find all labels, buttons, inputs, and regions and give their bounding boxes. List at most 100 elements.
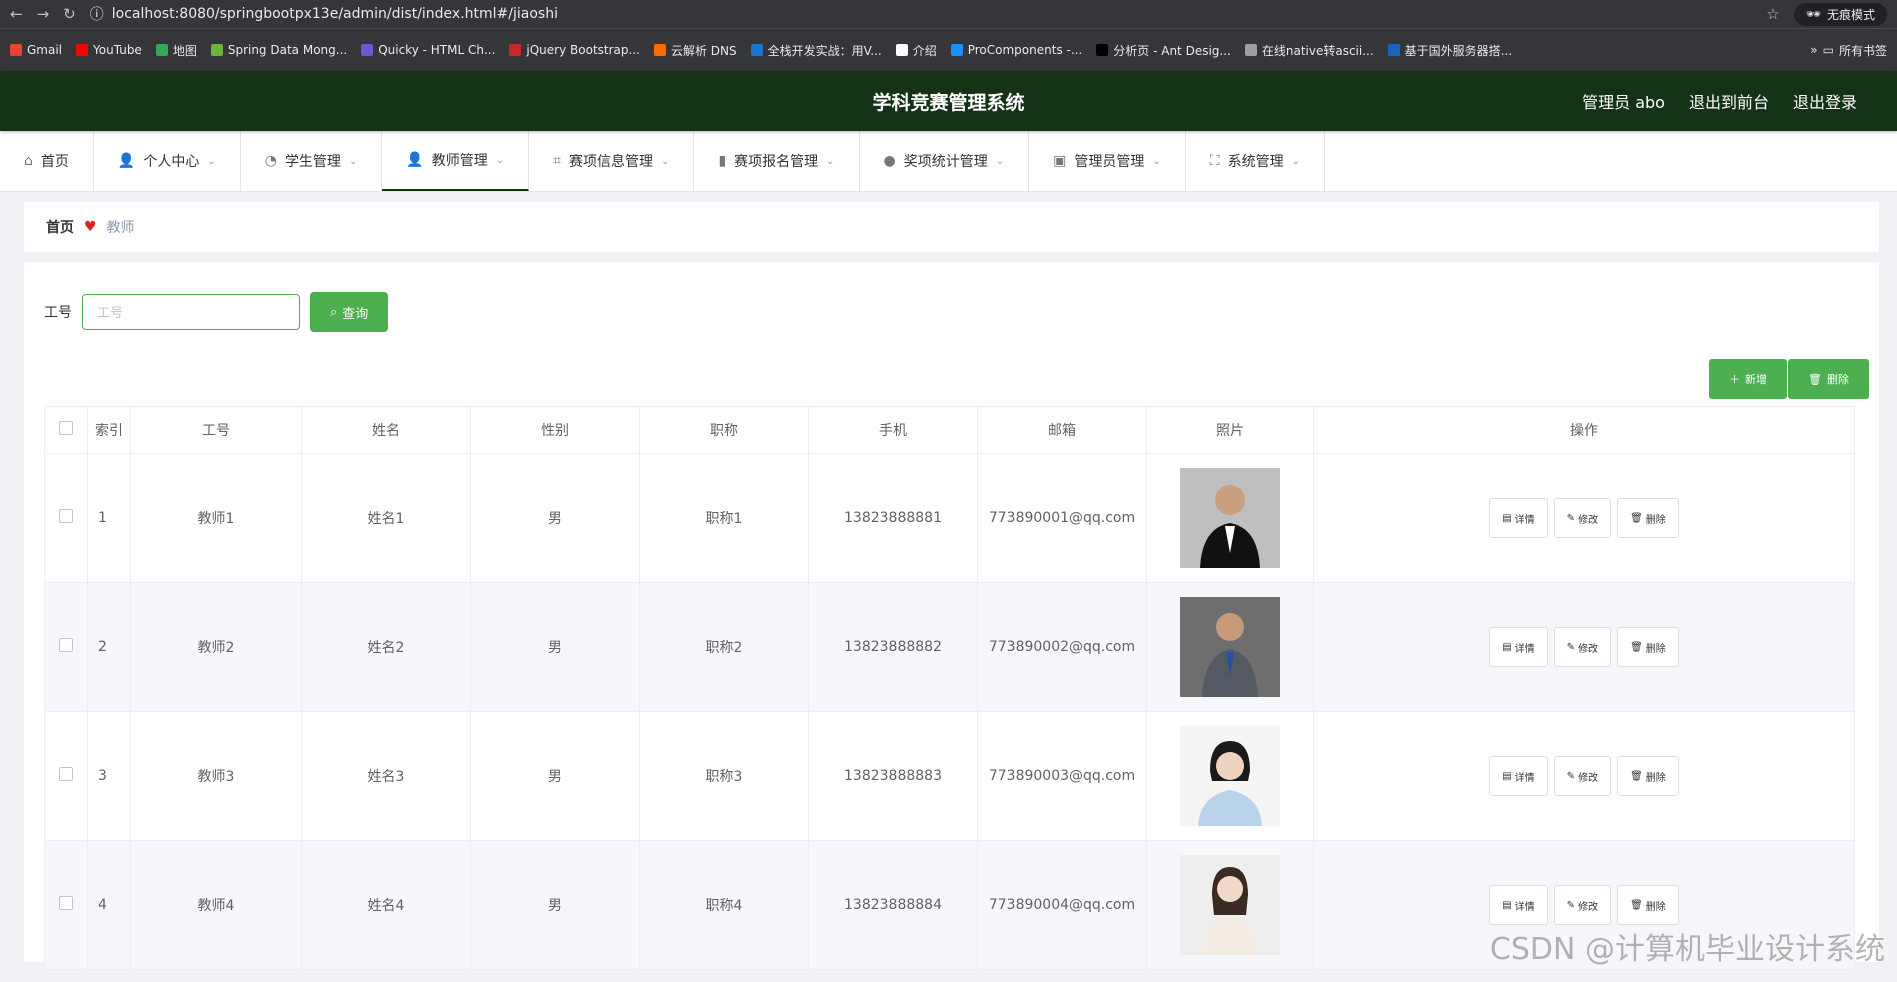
- select-all-cell[interactable]: [44, 406, 88, 454]
- back-icon[interactable]: ←: [10, 5, 23, 23]
- detail-button[interactable]: ▤ 详情: [1489, 627, 1548, 667]
- detail-button[interactable]: ▤ 详情: [1489, 498, 1548, 538]
- forward-icon[interactable]: →: [37, 5, 50, 23]
- bookmark-item[interactable]: 介绍: [895, 42, 937, 59]
- menu-item-label: 系统管理: [1227, 154, 1284, 170]
- batch-delete-button[interactable]: 🗑 删除: [1788, 359, 1869, 399]
- bookmark-icon: [361, 44, 374, 56]
- logout-link[interactable]: 退出登录: [1793, 89, 1857, 113]
- breadcrumb-home[interactable]: 首页: [46, 217, 74, 237]
- row-checkbox[interactable]: [59, 896, 73, 910]
- bookmark-item[interactable]: jQuery Bootstrap...: [509, 43, 640, 57]
- info-icon[interactable]: ⓘ: [90, 4, 104, 24]
- bookmark-icon: [653, 44, 666, 56]
- menu-item[interactable]: ⛶ 系统管理 ⌄: [1186, 131, 1325, 191]
- bookmark-item[interactable]: Spring Data Mong...: [210, 43, 347, 57]
- delete-button[interactable]: 🗑 删除: [1617, 756, 1679, 796]
- bookmark-item[interactable]: 全栈开发实战：用V...: [750, 42, 882, 59]
- delete-button[interactable]: 🗑 删除: [1617, 498, 1679, 538]
- crop-icon: ⌗: [553, 153, 562, 169]
- edit-button[interactable]: ✎ 修改: [1553, 885, 1612, 925]
- bookmark-item[interactable]: ProComponents -...: [950, 43, 1082, 57]
- document-icon: ▤: [1502, 770, 1512, 782]
- search-form: 工号 ⌕查询: [44, 262, 1859, 332]
- bookmark-item[interactable]: 在线native转ascii...: [1244, 42, 1374, 59]
- menu-item[interactable]: ⌗ 赛项信息管理 ⌄: [529, 131, 695, 191]
- row-select-cell[interactable]: [44, 453, 88, 583]
- menu-item-label: 个人中心: [143, 154, 200, 170]
- edit-button[interactable]: ✎ 修改: [1553, 756, 1612, 796]
- pencil-icon: ✎: [1566, 899, 1576, 911]
- col-gonghao: 工号: [130, 406, 302, 454]
- cell-email: 773890001@qq.com: [977, 453, 1147, 583]
- menu-item[interactable]: ▮ 赛项报名管理 ⌄: [694, 131, 860, 191]
- bookmark-item[interactable]: 地图: [155, 42, 197, 59]
- menu-item[interactable]: ⌂ 首页: [0, 131, 94, 191]
- row-checkbox[interactable]: [59, 509, 73, 523]
- menu-item[interactable]: ● 奖项统计管理 ⌄: [860, 131, 1030, 191]
- to-front-link[interactable]: 退出到前台: [1689, 89, 1769, 113]
- bookmark-item[interactable]: YouTube: [76, 43, 142, 57]
- bookmark-label: 分析页 - Ant Desig...: [1113, 43, 1231, 58]
- star-icon[interactable]: ☆: [1766, 5, 1779, 23]
- delete-label: 删除: [1645, 772, 1666, 784]
- bookmark-icon: [155, 44, 168, 56]
- select-all-checkbox[interactable]: [59, 421, 73, 435]
- menu-item[interactable]: ▣ 管理员管理 ⌄: [1029, 131, 1186, 191]
- address-bar[interactable]: ⓘ localhost:8080/springbootpx13e/admin/d…: [90, 4, 1753, 24]
- menu-item[interactable]: ◔ 学生管理 ⌄: [241, 131, 383, 191]
- breadcrumb: 首页 ♥ 教师: [24, 202, 1879, 252]
- edit-button[interactable]: ✎ 修改: [1553, 627, 1612, 667]
- menu-item-label: 教师管理: [431, 153, 488, 169]
- cell-name: 姓名4: [301, 840, 471, 970]
- bar-chart-icon: ▮: [718, 153, 727, 169]
- col-photo: 照片: [1146, 406, 1314, 454]
- add-button[interactable]: ＋ 新增: [1709, 359, 1788, 399]
- cell-email: 773890004@qq.com: [977, 840, 1147, 970]
- reload-icon[interactable]: ↻: [63, 5, 76, 23]
- bookmark-item[interactable]: 云解析 DNS: [653, 42, 737, 59]
- bookmark-item[interactable]: 基于国外服务器搭...: [1387, 42, 1512, 59]
- detail-button[interactable]: ▤ 详情: [1489, 756, 1548, 796]
- incognito-badge[interactable]: 🕶 无痕模式: [1793, 2, 1887, 26]
- gonghao-search-input[interactable]: [82, 294, 300, 330]
- bookmark-icon: [750, 44, 763, 56]
- row-select-cell[interactable]: [44, 711, 88, 841]
- row-select-cell[interactable]: [44, 582, 88, 712]
- menu-item[interactable]: 👤 教师管理 ⌄: [382, 131, 530, 191]
- all-bookmarks[interactable]: » ▭ 所有书签: [1810, 42, 1887, 59]
- detail-button[interactable]: ▤ 详情: [1489, 885, 1548, 925]
- bookmark-item[interactable]: Quicky - HTML Ch...: [361, 43, 495, 57]
- edit-label: 修改: [1578, 643, 1599, 655]
- delete-button[interactable]: 🗑 删除: [1617, 885, 1679, 925]
- chevron-down-icon: ⌄: [826, 155, 835, 167]
- home-icon: ⌂: [24, 153, 33, 169]
- edit-button[interactable]: ✎ 修改: [1553, 498, 1612, 538]
- cell-gender: 男: [470, 453, 640, 583]
- row-select-cell[interactable]: [44, 840, 88, 970]
- cell-photo: [1146, 840, 1314, 970]
- col-operation: 操作: [1313, 406, 1855, 454]
- teacher-photo: [1180, 855, 1280, 955]
- gauge-icon: ◔: [264, 153, 277, 169]
- row-checkbox[interactable]: [59, 767, 73, 781]
- pencil-icon: ✎: [1566, 641, 1576, 653]
- cell-title: 职称1: [639, 453, 809, 583]
- bookmark-item[interactable]: Gmail: [10, 43, 62, 57]
- col-gender: 性别: [470, 406, 640, 454]
- menu-item[interactable]: 👤 个人中心 ⌄: [94, 131, 241, 191]
- user-icon: 👤: [406, 152, 424, 168]
- cell-photo: [1146, 582, 1314, 712]
- delete-button[interactable]: 🗑 删除: [1617, 627, 1679, 667]
- query-button[interactable]: ⌕ 查询: [310, 292, 389, 332]
- menu-item-label: 管理员管理: [1074, 154, 1145, 170]
- chevron-down-icon: ⌄: [995, 155, 1005, 167]
- bookmark-label: 介绍: [912, 43, 937, 58]
- bookmark-item[interactable]: 分析页 - Ant Desig...: [1096, 42, 1231, 59]
- cell-title: 职称3: [639, 711, 809, 841]
- chevron-down-icon: ⌄: [661, 155, 670, 167]
- watermark: CSDN @计算机毕业设计系统: [1489, 932, 1885, 967]
- row-checkbox[interactable]: [59, 638, 73, 652]
- pencil-icon: ✎: [1566, 512, 1576, 524]
- chevron-down-icon: ⌄: [348, 155, 358, 167]
